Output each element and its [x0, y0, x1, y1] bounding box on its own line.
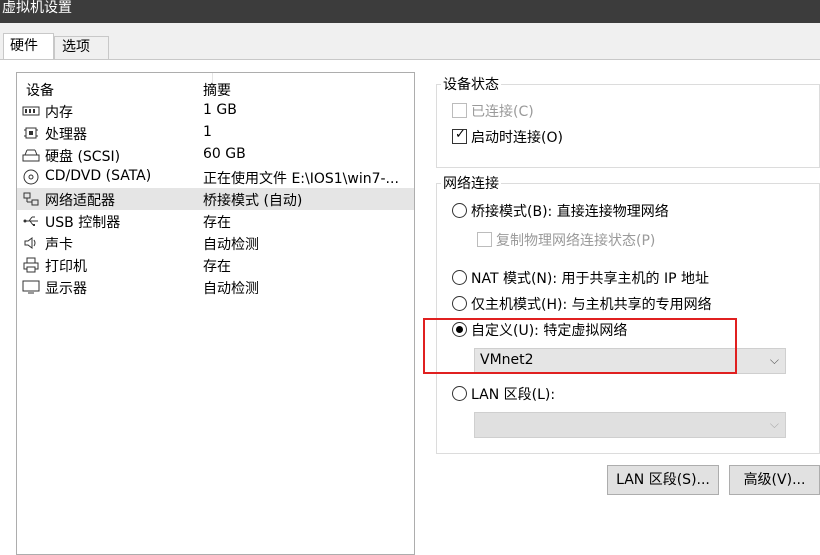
device-row-printer[interactable]: 打印机 存在 — [17, 254, 414, 276]
device-row-cd-dvd[interactable]: CD/DVD (SATA) 正在使用文件 E:\IOS1\win7-... — [17, 166, 414, 188]
tab-hardware[interactable]: 硬件 — [3, 33, 54, 60]
lan-segment-radio[interactable] — [452, 386, 467, 401]
device-summary: 自动检测 — [203, 281, 259, 297]
bridged-label: 桥接模式(B): 直接连接物理网络 — [471, 204, 669, 220]
nat-radio[interactable] — [452, 270, 467, 285]
device-summary: 1 GB — [203, 102, 237, 118]
replicate-state-label: 复制物理网络连接状态(P) — [496, 233, 656, 249]
cd-dvd-icon — [23, 169, 39, 185]
device-row-network-adapter[interactable]: 网络适配器 桥接模式 (自动) — [17, 188, 414, 210]
device-name: 声卡 — [45, 237, 73, 253]
replicate-state-checkbox[interactable] — [477, 232, 492, 247]
device-summary: 存在 — [203, 259, 231, 275]
radio-selected-dot — [456, 326, 463, 333]
connect-at-power-on-label: 启动时连接(O) — [471, 130, 563, 146]
device-row-memory[interactable]: 内存 1 GB — [17, 100, 414, 122]
memory-icon — [22, 106, 40, 116]
tab-options[interactable]: 选项 — [54, 36, 109, 59]
device-summary: 自动检测 — [203, 237, 259, 253]
tab-strip: 硬件 选项 — [0, 33, 820, 60]
connected-label: 已连接(C) — [471, 104, 534, 120]
device-row-processor[interactable]: 处理器 1 — [17, 122, 414, 144]
device-name: USB 控制器 — [45, 215, 121, 231]
custom-network-select[interactable]: VMnet2 ⌵ — [474, 348, 786, 374]
custom-label: 自定义(U): 特定虚拟网络 — [471, 323, 628, 339]
processor-icon — [24, 127, 38, 139]
bridged-radio[interactable] — [452, 203, 467, 218]
display-icon — [22, 280, 40, 294]
lan-segment-select[interactable]: ⌵ — [474, 412, 786, 438]
device-summary: 存在 — [203, 215, 231, 231]
device-summary: 正在使用文件 E:\IOS1\win7-... — [203, 171, 399, 187]
harddisk-icon — [22, 149, 40, 162]
hostonly-label: 仅主机模式(H): 与主机共享的专用网络 — [471, 297, 712, 313]
custom-radio[interactable] — [452, 322, 467, 337]
connect-at-power-on-checkbox[interactable]: ✓ — [452, 127, 467, 144]
summary-column-header[interactable]: 摘要 — [203, 80, 231, 100]
device-status-title: 设备状态 — [441, 74, 501, 94]
hostonly-radio[interactable] — [452, 296, 467, 311]
connected-checkbox[interactable] — [452, 103, 467, 118]
custom-network-value: VMnet2 — [480, 352, 534, 368]
window-title: 虚拟机设置 — [0, 0, 820, 23]
checkmark-icon: ✓ — [455, 127, 466, 142]
device-row-sound[interactable]: 声卡 自动检测 — [17, 232, 414, 254]
device-name: 网络适配器 — [45, 193, 115, 209]
device-row-usb[interactable]: USB 控制器 存在 — [17, 210, 414, 232]
device-summary: 桥接模式 (自动) — [203, 193, 303, 209]
device-row-display[interactable]: 显示器 自动检测 — [17, 276, 414, 298]
device-column-header[interactable]: 设备 — [26, 80, 54, 100]
lan-segment-label: LAN 区段(L): — [471, 387, 556, 403]
device-name: 处理器 — [45, 127, 87, 143]
advanced-button[interactable]: 高级(V)... — [729, 465, 820, 495]
chevron-down-icon: ⌵ — [769, 353, 779, 367]
device-summary: 60 GB — [203, 146, 246, 162]
network-connection-title: 网络连接 — [441, 173, 501, 193]
device-row-harddisk[interactable]: 硬盘 (SCSI) 60 GB — [17, 144, 414, 166]
sound-icon — [24, 237, 36, 249]
device-name: 显示器 — [45, 281, 87, 297]
device-summary: 1 — [203, 124, 212, 140]
device-name: 打印机 — [45, 259, 87, 275]
usb-icon — [23, 216, 38, 226]
device-name: CD/DVD (SATA) — [45, 168, 152, 184]
printer-icon — [23, 257, 39, 273]
device-name: 硬盘 (SCSI) — [45, 149, 121, 165]
device-status-group — [436, 84, 820, 168]
chevron-down-icon: ⌵ — [769, 417, 779, 431]
device-list[interactable]: 设备 摘要 内存 1 GB 处理器 1 硬盘 (SCSI) 60 GB CD/D… — [16, 72, 415, 555]
nat-label: NAT 模式(N): 用于共享主机的 IP 地址 — [471, 271, 709, 287]
lan-segments-button[interactable]: LAN 区段(S)... — [607, 465, 719, 495]
network-adapter-icon — [23, 192, 39, 206]
device-name: 内存 — [45, 105, 73, 121]
